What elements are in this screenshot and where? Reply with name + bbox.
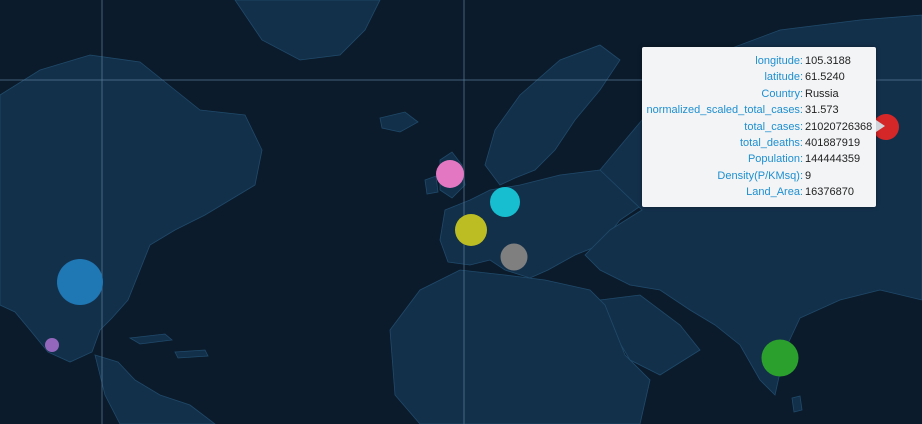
tooltip-row: Density(P/KMsq): 9 bbox=[642, 168, 876, 184]
tooltip-key: total_deaths: bbox=[740, 137, 803, 150]
tooltip-table: longitude: 105.3188 latitude: 61.5240 Countr… bbox=[642, 53, 876, 201]
marker-mexico[interactable] bbox=[45, 338, 59, 352]
tooltip-key: longitude: bbox=[755, 55, 803, 67]
tooltip-row: latitude: 61.5240 bbox=[642, 69, 876, 85]
tooltip-row: Country: Russia bbox=[642, 86, 876, 102]
tooltip-row: total_deaths: 401887919 bbox=[642, 135, 876, 151]
tooltip-value: 401887919 bbox=[805, 137, 861, 150]
tooltip-value: 144444359 bbox=[805, 153, 861, 166]
hover-tooltip: longitude: 105.3188 latitude: 61.5240 Countr… bbox=[642, 47, 876, 207]
marker-united-kingdom[interactable] bbox=[436, 160, 464, 188]
marker-india[interactable] bbox=[761, 339, 799, 377]
tooltip-value: 9 bbox=[805, 169, 812, 182]
tooltip-value: Russia bbox=[805, 87, 839, 100]
tooltip-row: Population: 144444359 bbox=[642, 151, 876, 167]
tooltip-value: 105.3188 bbox=[805, 55, 851, 67]
marker-italy[interactable] bbox=[500, 243, 528, 271]
tooltip-key: total_cases: bbox=[744, 120, 803, 133]
map-view[interactable]: longitude: 105.3188 latitude: 61.5240 Countr… bbox=[0, 0, 922, 424]
marker-germany[interactable] bbox=[490, 187, 520, 217]
tooltip-row: normalized_scaled_total_cases: 31.573 bbox=[642, 102, 876, 118]
tooltip-key: latitude: bbox=[764, 71, 803, 84]
tooltip-value: 16376870 bbox=[805, 186, 854, 199]
tooltip-key: Country: bbox=[761, 87, 803, 100]
marker-france[interactable] bbox=[455, 214, 487, 246]
tooltip-row: Land_Area: 16376870 bbox=[642, 184, 876, 200]
tooltip-key: normalized_scaled_total_cases: bbox=[646, 104, 803, 117]
tooltip-value: 21020726368 bbox=[805, 120, 873, 133]
land-sri-lanka bbox=[791, 395, 803, 413]
tooltip-arrow bbox=[876, 120, 885, 132]
tooltip-row: total_cases: 21020726368 bbox=[642, 119, 876, 135]
tooltip-key: Land_Area: bbox=[746, 186, 803, 199]
tooltip-value: 61.5240 bbox=[805, 71, 845, 84]
tooltip-value: 31.573 bbox=[805, 104, 839, 117]
tooltip-key: Population: bbox=[747, 153, 803, 166]
tooltip-row: longitude: 105.3188 bbox=[642, 53, 876, 69]
tooltip-key: Density(P/KMsq): bbox=[717, 169, 803, 182]
marker-united-states[interactable] bbox=[57, 259, 103, 305]
